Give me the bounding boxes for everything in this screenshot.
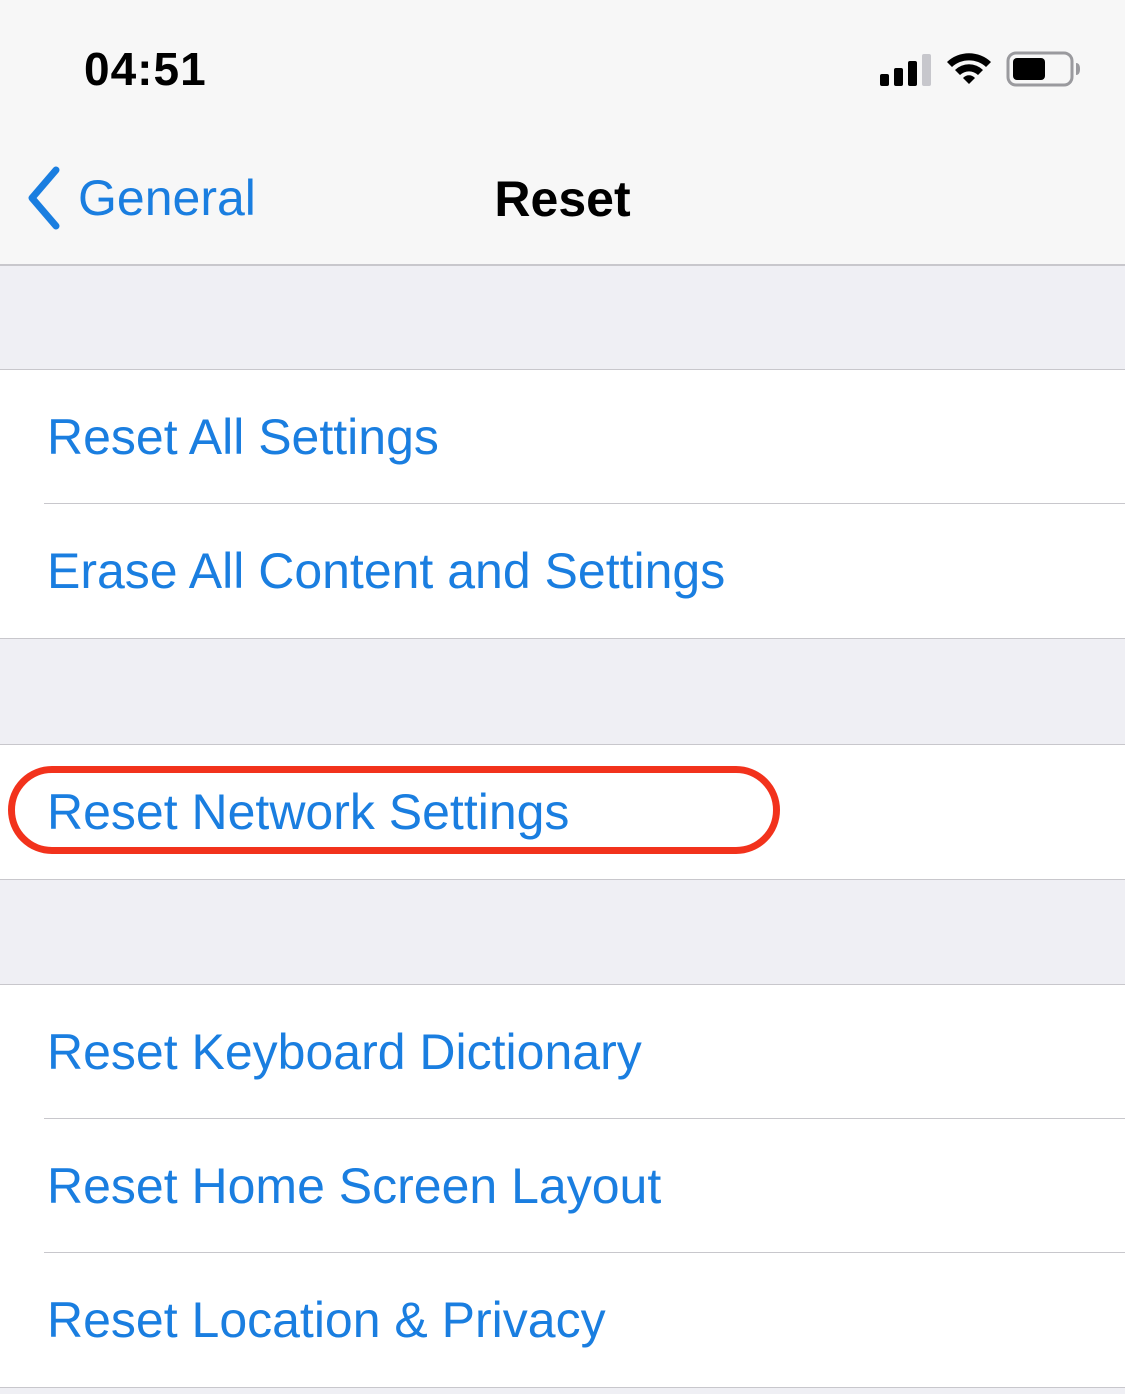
settings-group-3: Reset Keyboard Dictionary Reset Home Scr…: [0, 984, 1125, 1388]
status-bar: 04:51: [0, 0, 1125, 132]
reset-location-privacy-row[interactable]: Reset Location & Privacy: [0, 1253, 1125, 1387]
reset-home-screen-layout-row[interactable]: Reset Home Screen Layout: [0, 1119, 1125, 1253]
battery-icon: [1006, 51, 1080, 87]
row-label: Reset Keyboard Dictionary: [47, 1024, 642, 1080]
signal-icon: [880, 54, 931, 86]
row-label: Reset Home Screen Layout: [47, 1158, 662, 1214]
navigation-bar: Reset General: [0, 132, 1125, 266]
row-label: Reset Location & Privacy: [47, 1292, 606, 1348]
wifi-icon: [947, 53, 991, 84]
reset-all-settings-row[interactable]: Reset All Settings: [0, 370, 1125, 504]
back-button[interactable]: General: [24, 162, 256, 234]
settings-group-1: Reset All Settings Erase All Content and…: [0, 369, 1125, 639]
row-label: Reset Network Settings: [47, 784, 570, 840]
reset-keyboard-dictionary-row[interactable]: Reset Keyboard Dictionary: [0, 985, 1125, 1119]
back-button-label: General: [78, 170, 256, 226]
erase-all-content-row[interactable]: Erase All Content and Settings: [0, 504, 1125, 638]
chevron-left-icon: [28, 166, 60, 230]
row-label: Erase All Content and Settings: [47, 543, 726, 599]
status-time: 04:51: [84, 43, 207, 95]
settings-group-2: Reset Network Settings: [0, 744, 1125, 880]
reset-network-settings-row[interactable]: Reset Network Settings: [0, 745, 1125, 879]
row-label: Reset All Settings: [47, 409, 439, 465]
reset-settings-screen: 04:51 Reset General Reset All Settings E…: [0, 0, 1125, 1394]
